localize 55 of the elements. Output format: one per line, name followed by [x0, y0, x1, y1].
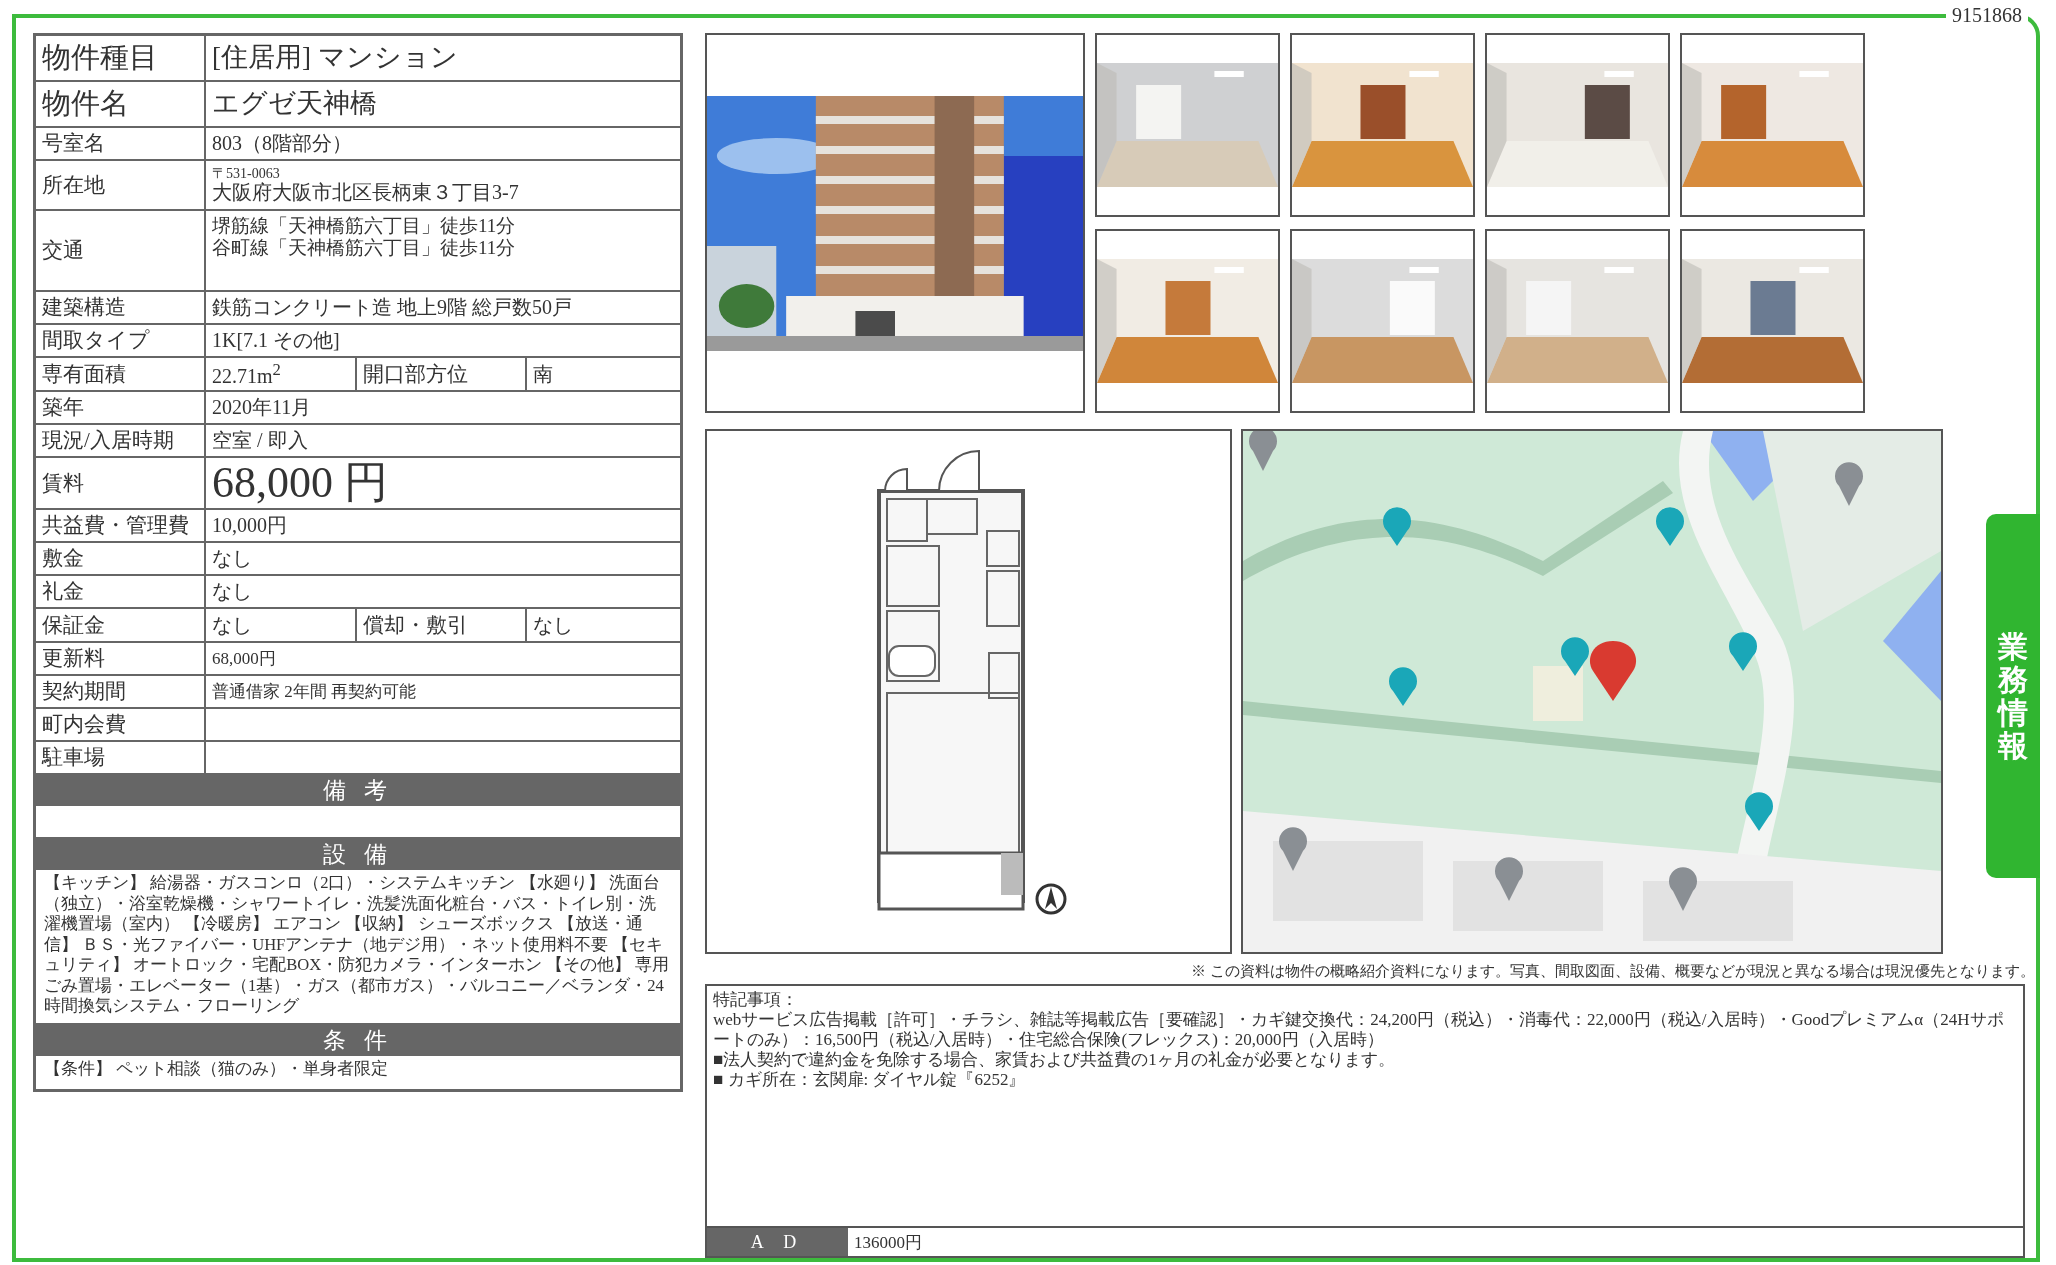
field-label: 開口部方位: [363, 361, 468, 387]
field-value: 2020年11月: [212, 396, 312, 419]
field-value: 68,000円: [212, 648, 276, 669]
field-value: 谷町線「天神橋筋六丁目」徒歩11分: [212, 236, 516, 259]
field-label: 建築構造: [42, 295, 126, 320]
field-value: なし: [212, 580, 252, 603]
field-label: 築年: [42, 395, 84, 420]
field-value: 堺筋線「天神橋筋六丁目」徒歩11分: [212, 215, 516, 237]
field-label: 専有面積: [42, 361, 126, 387]
ad-value: 136000円: [853, 1231, 923, 1254]
field-label: 町内会費: [42, 712, 126, 737]
postal-code: 〒531-0063: [212, 165, 280, 182]
field-value: なし: [212, 547, 252, 570]
field-label: 敷金: [42, 546, 84, 571]
field-value: 803（8階部分）: [212, 132, 352, 155]
field-value: 68,000 円: [212, 458, 388, 508]
field-label: 交通: [42, 238, 84, 263]
field-label: 現況/入居時期: [42, 428, 174, 453]
field-value: エグゼ天神橋: [212, 88, 377, 120]
field-value: 10,000円: [212, 514, 287, 537]
field-label: 所在地: [42, 172, 105, 198]
note-text: ■法人契約で違約金を免除する場合、家賃および共益費の1ヶ月の礼金が必要となります。: [713, 1050, 1395, 1070]
field-value: 大阪府大阪市北区長柄東３丁目3-7: [212, 181, 519, 205]
field-value: 普通借家 2年間 再契約可能: [212, 681, 416, 702]
field-value: 鉄筋コンクリート造 地上9階 総戸数50戸: [212, 296, 572, 319]
note-text: ■ カギ所在：玄関扉: ダイヤル錠『6252』: [713, 1070, 1026, 1090]
ad-label: A D: [707, 1228, 848, 1256]
field-value: 空室 / 即入: [212, 429, 308, 452]
section-header: 条 件: [36, 1024, 680, 1056]
disclaimer-text: ※ この資料は物件の概略紹介資料になります。写真、間取図面、設備、概要などが現況と異なる場合は現況優先となります。: [1190, 962, 2035, 980]
side-tab[interactable]: 業務情報: [1986, 514, 2040, 878]
section-header: 設 備: [36, 839, 680, 870]
field-label: 賃料: [42, 470, 84, 496]
section-header: 備 考: [36, 775, 680, 806]
field-label: 礼金: [42, 579, 84, 604]
field-label: 物件名: [42, 87, 129, 121]
field-value: 1K[7.1 その他]: [212, 329, 340, 352]
field-label: 共益費・管理費: [42, 513, 189, 538]
field-label: 間取タイプ: [42, 328, 150, 353]
field-value: 22.71m$^{2}$: [212, 360, 281, 388]
field-label: 号室名: [42, 131, 105, 156]
field-value: なし: [212, 613, 252, 637]
field-label: 保証金: [42, 612, 105, 638]
section-text: 【キッチン】 給湯器・ガスコンロ（2口）・システムキッチン 【水廻り】 洗面台（独立）・浴室乾燥機・シャワートイレ・洗髪洗面化粧台・バス・トイレ別・洗濯機置場（室内） 【冷暖房】 エアコン 【収納】 シューズボックス 【放送・通信】 ＢＳ・光ファイバー・UHFアンテナ（地デジ用）・ネット使用料不要 【セキュリティ】 オートロック・宅配BOX・防犯カメラ・インターホン 【その他】 専用ごみ置場・エレベーター（1基）・ガス（都市ガス）・バルコニー／ベランダ・24時間換気システム・フローリング: [44, 873, 671, 1017]
section-text: 【条件】 ペット相談（猫のみ）・単身者限定: [44, 1058, 390, 1079]
field-label: 契約期間: [42, 679, 126, 704]
notes-title: 特記事項：: [713, 990, 798, 1010]
field-label: 更新料: [42, 646, 105, 671]
field-value: [住居用] マンション: [212, 42, 458, 74]
note-text: webサービス広告掲載［許可］・チラシ、雑誌等掲載広告［要確認］・カギ鍵交換代：24,200円（税込）・消毒代：22,000円（税込/入居時）・Goodプレミアムα（24Hサポートのみ）：16,500円（税込/入居時）・住宅総合保険(フレックス)：20,000円（入居時）: [713, 1010, 2005, 1050]
field-label: 償却・敷引: [363, 612, 468, 638]
field-label: 駐車場: [42, 745, 105, 770]
field-value: なし: [533, 613, 573, 637]
field-label: 物件種目: [42, 41, 158, 75]
field-value: 南: [533, 362, 553, 386]
